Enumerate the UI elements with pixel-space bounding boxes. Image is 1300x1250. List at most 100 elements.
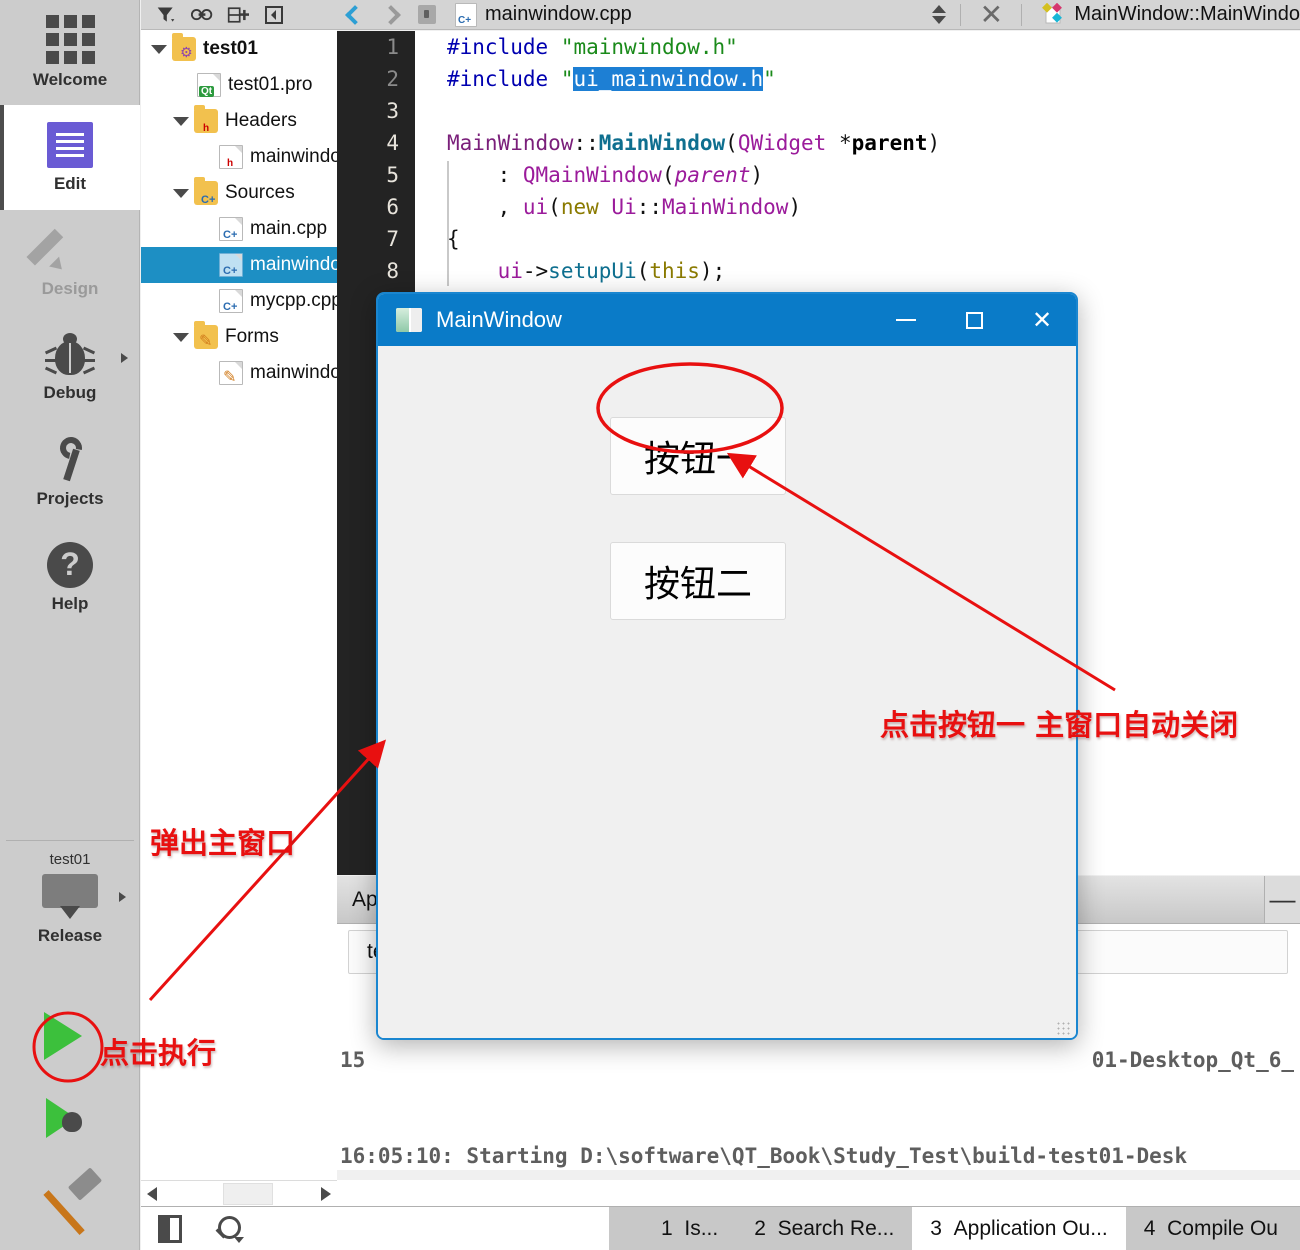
output-tab-application-output[interactable]: 3 Application Ou... (912, 1206, 1126, 1250)
link-sync-icon[interactable] (191, 5, 213, 25)
line-number: 4 (386, 131, 399, 155)
chevron-down-icon[interactable] (173, 188, 189, 198)
filter-icon[interactable] (155, 5, 177, 25)
tree-node-sources[interactable]: C+ Sources (141, 175, 337, 211)
chevron-left-icon (345, 4, 365, 25)
sidebar-item-design[interactable]: Design (0, 210, 140, 315)
tree-node-headers[interactable]: h Headers (141, 103, 337, 139)
scroll-right-arrow-icon[interactable] (315, 1182, 337, 1206)
cpp-file-icon: C+ (455, 2, 477, 27)
hscroll-thumb[interactable] (223, 1182, 273, 1205)
button-two[interactable]: 按钮二 (610, 542, 786, 620)
folder-sources-icon: C+ (194, 177, 218, 206)
project-tree-hscrollbar[interactable] (141, 1180, 337, 1206)
scroll-left-arrow-icon[interactable] (141, 1182, 163, 1206)
h-file-icon: h (219, 145, 243, 169)
dialog-maximize-button[interactable] (940, 294, 1008, 346)
kit-build-mode: Release (37, 926, 103, 945)
sidebar-item-edit[interactable]: Edit (0, 105, 140, 210)
mainwindow-app-dialog[interactable]: MainWindow ✕ 按钮一 按钮二 (376, 292, 1078, 1040)
dialog-titlebar[interactable]: MainWindow ✕ (378, 294, 1076, 346)
close-editor-icon[interactable]: ✕ (971, 0, 1011, 29)
dialog-minimize-button[interactable] (872, 294, 940, 346)
hammer-build-icon (40, 1167, 103, 1235)
output-pane-collapse-button[interactable]: — (1264, 876, 1300, 923)
folder-headers-icon: h (194, 105, 218, 134)
debug-expand-arrow-icon[interactable] (121, 353, 128, 363)
toggle-sidebar-button[interactable] (141, 1206, 199, 1250)
search-icon (215, 1215, 244, 1243)
annotation-text-click-run: 点击执行 (100, 1036, 217, 1070)
editor-file-tab[interactable]: C+ mainwindow.cpp (445, 2, 642, 27)
status-bar: 1 Is... 2 Search Re... 3 Application Ou.… (141, 1206, 1300, 1250)
build-button[interactable] (40, 1167, 103, 1235)
chevron-right-icon (381, 4, 401, 25)
navigate-forward-button[interactable] (373, 0, 409, 30)
debug-run-button[interactable] (46, 1098, 82, 1138)
tree-node-mainwindow-ui[interactable]: ✎ mainwindow.ui (141, 355, 337, 391)
output-tab-issues[interactable]: 1 Is... (643, 1207, 736, 1250)
tab-label: Compile Ou (1167, 1216, 1278, 1240)
split-add-icon[interactable] (227, 5, 249, 25)
kit-expand-arrow-icon[interactable] (119, 892, 126, 902)
chevron-down-icon[interactable] (173, 332, 189, 342)
collapse-sidebar-icon[interactable] (263, 5, 285, 25)
sidebar-item-label-projects: Projects (36, 488, 104, 508)
project-tree[interactable]: ⚙ test01 Qt test01.pro h Headers h mainw… (141, 31, 337, 1170)
tree-node-mainwindow-cpp[interactable]: C+ mainwindow.cpp (141, 247, 337, 283)
tree-node-test01-pro[interactable]: Qt test01.pro (141, 67, 337, 103)
tree-node-mainwindow-h[interactable]: h mainwindow.h (141, 139, 337, 175)
dialog-body: 按钮一 按钮二 (378, 346, 1076, 1038)
qt-mainwindow-app-icon (396, 308, 422, 332)
sidebar-item-label-debug: Debug (43, 382, 97, 402)
sidebar-item-projects[interactable]: Projects (0, 420, 140, 525)
file-updown-spinner-icon[interactable] (928, 2, 950, 28)
dialog-window-controls: ✕ (872, 294, 1076, 346)
kit-selector[interactable]: test01 Release (0, 840, 140, 946)
close-icon: ✕ (1031, 306, 1053, 334)
indent-guide (447, 161, 449, 286)
cpp-file-icon: C+ (219, 289, 243, 313)
line-number: 7 (386, 227, 399, 251)
sidebar-item-debug[interactable]: Debug (0, 315, 140, 420)
annotation-text-popup-window: 弹出主窗口 (150, 826, 296, 860)
toolbar-divider-2 (1021, 3, 1023, 26)
resize-grip-icon[interactable] (1056, 1021, 1070, 1035)
editor-file-name: mainwindow.cpp (485, 3, 632, 25)
hscroll-track[interactable] (163, 1181, 315, 1206)
read-only-toggle-button[interactable] (409, 0, 445, 30)
chevron-down-icon[interactable] (173, 116, 189, 126)
chevron-down-icon[interactable] (151, 44, 167, 54)
sidebar-item-welcome[interactable]: Welcome (0, 0, 140, 105)
qt-pro-file-icon: Qt (197, 73, 221, 97)
output-tab-compile-output[interactable]: 4 Compile Ou (1126, 1207, 1296, 1250)
tab-label: Is... (684, 1216, 719, 1240)
tree-node-forms[interactable]: ✎ Forms (141, 319, 337, 355)
project-tree-toolbar (141, 0, 337, 30)
tree-node-test01[interactable]: ⚙ test01 (141, 31, 337, 67)
symbol-selector[interactable]: MainWindow::MainWindo (1032, 2, 1300, 27)
editor-toolbar: C+ mainwindow.cpp ✕ MainWindow::MainWind… (337, 0, 1300, 30)
navigate-back-button[interactable] (337, 0, 373, 30)
desktop-monitor-icon (42, 874, 98, 920)
kit-divider (6, 840, 134, 841)
tab-number: 3 (930, 1216, 942, 1240)
tab-label: Search Re... (777, 1216, 895, 1240)
tab-label: Application Ou... (953, 1216, 1108, 1240)
output-tab-search-results[interactable]: 2 Search Re... (736, 1207, 912, 1250)
dialog-close-button[interactable]: ✕ (1008, 294, 1076, 346)
tree-node-main-cpp[interactable]: C+ main.cpp (141, 211, 337, 247)
tab-number: 1 (661, 1216, 673, 1240)
run-button[interactable] (44, 1012, 82, 1060)
line-number: 2 (386, 67, 399, 91)
tree-node-mycpp-cpp[interactable]: C+ mycpp.cpp (141, 283, 337, 319)
tab-number: 4 (1143, 1216, 1156, 1240)
question-mark-icon: ? (47, 541, 93, 588)
cpp-file-icon: C+ (219, 253, 243, 277)
output-hscroll-area (337, 1180, 1300, 1206)
button-one[interactable]: 按钮一 (610, 417, 786, 495)
locator-search-field[interactable] (199, 1206, 609, 1250)
sidebar-item-help[interactable]: ? Help (0, 525, 140, 630)
line-number: 5 (386, 163, 399, 187)
wrench-icon (47, 432, 93, 483)
